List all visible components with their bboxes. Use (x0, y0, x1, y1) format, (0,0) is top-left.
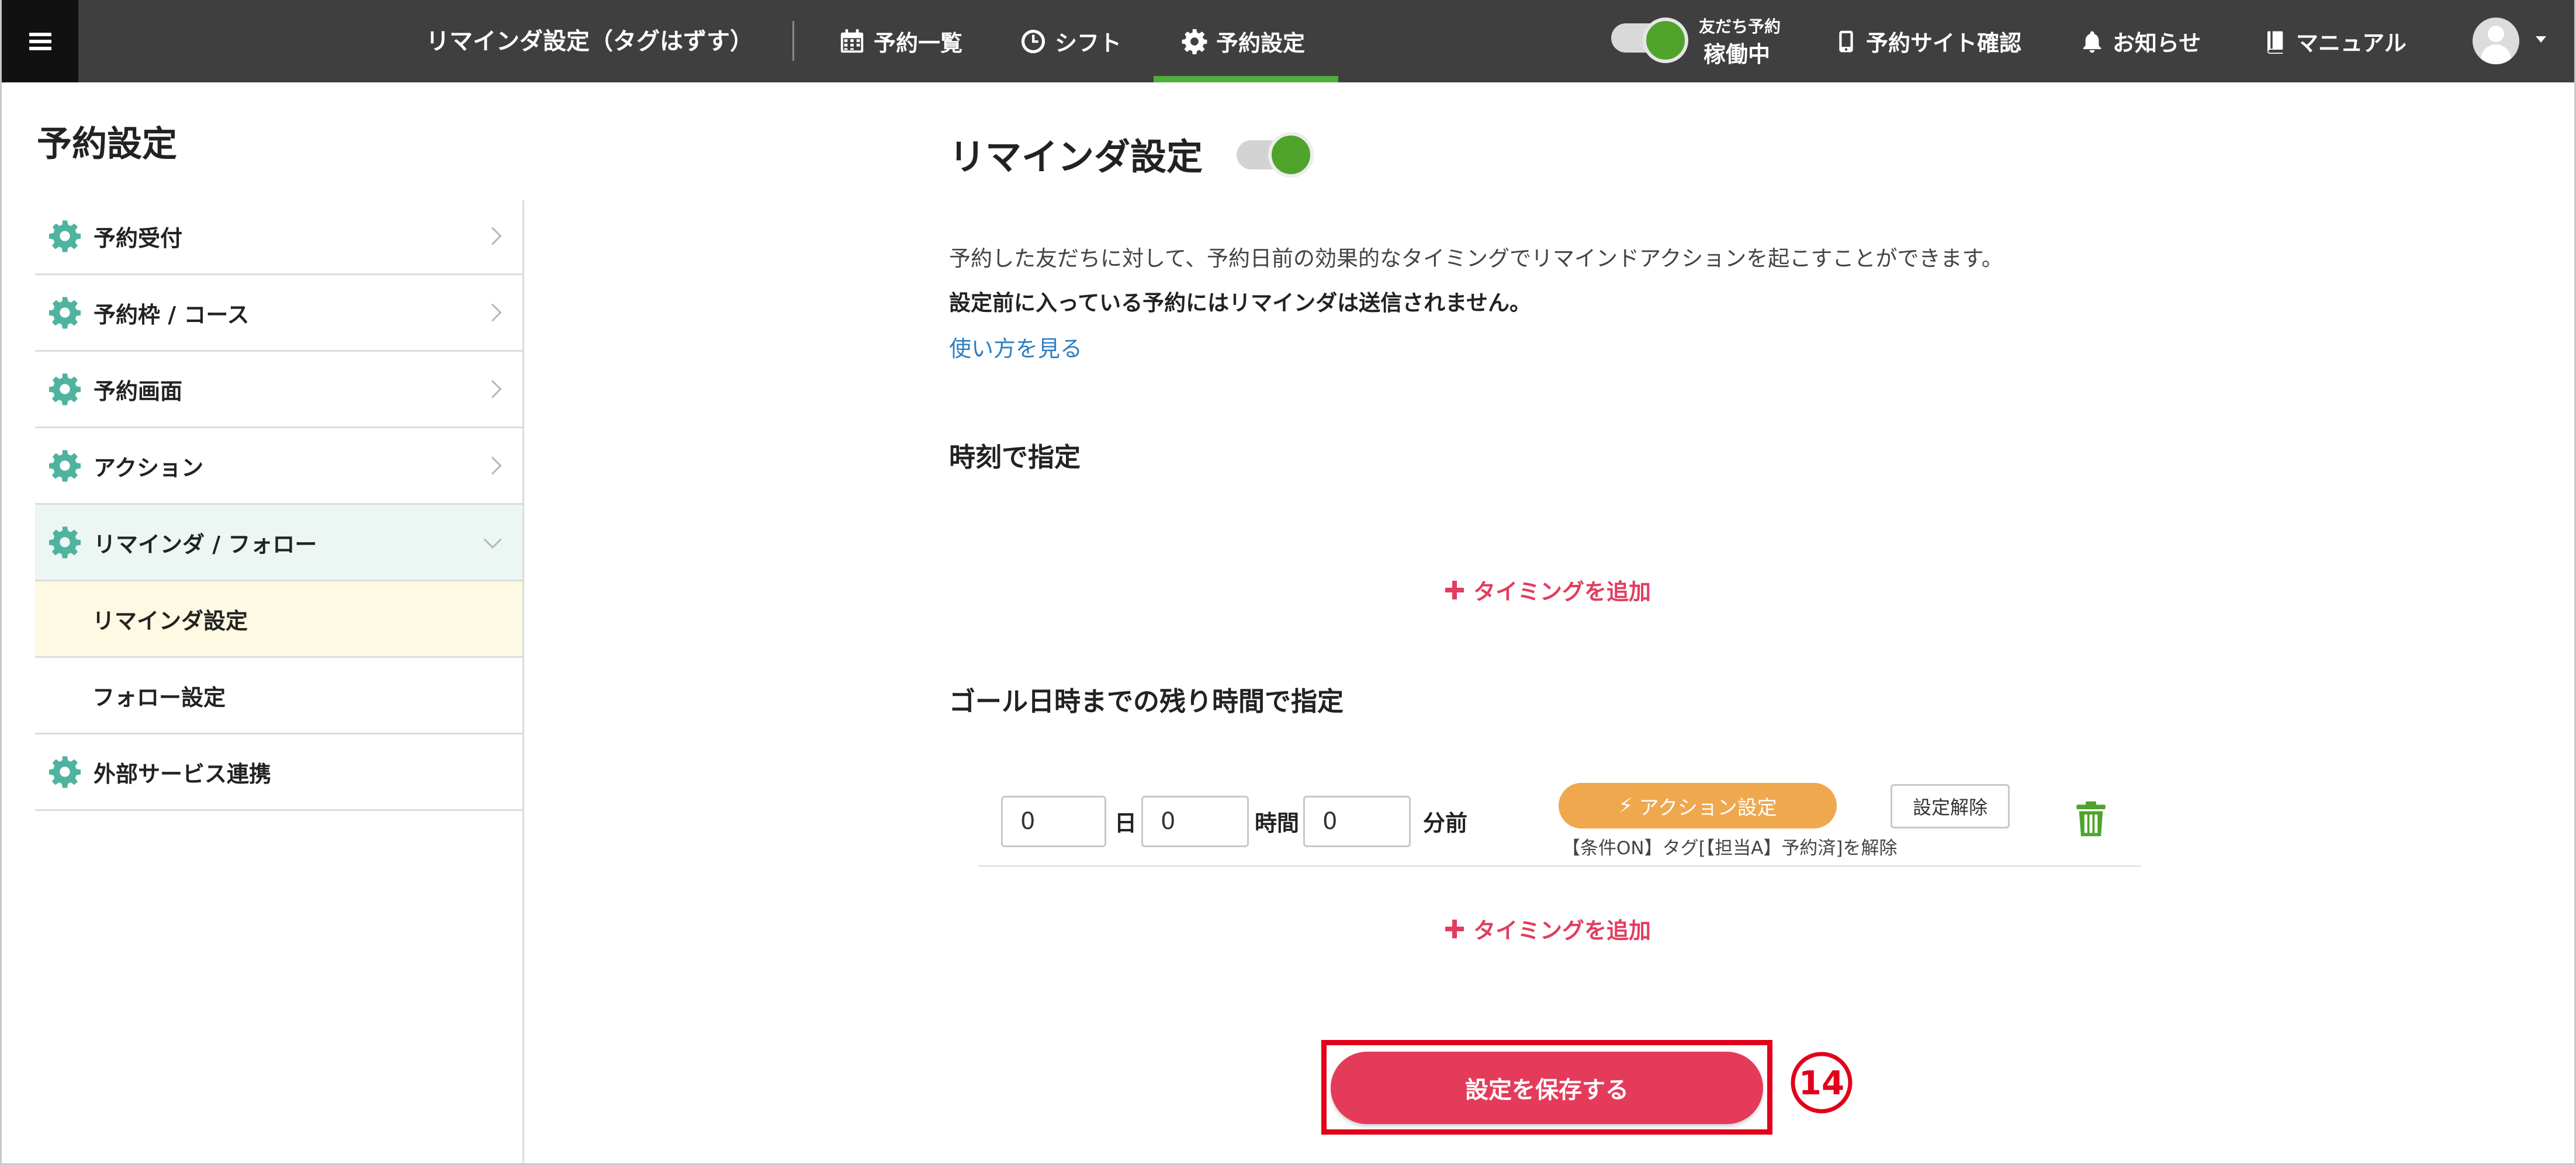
condition-text: 【条件ON】タグ[【担当A】予約済]を解除 (1562, 838, 1898, 859)
status-value: 稼働中 (1704, 41, 1771, 67)
sidebar-item-external-services[interactable]: 外部サービス連携 (35, 734, 522, 811)
add-timing-label: タイミングを追加 (1473, 918, 1651, 944)
book-icon (2267, 31, 2283, 54)
manual-label: マニュアル (2296, 30, 2407, 56)
sidebar-item-label: 予約枠 / コース (94, 301, 250, 328)
gear-icon (49, 220, 81, 252)
status-label: 友だち予約 (1699, 17, 1781, 36)
step-number: 14 (1799, 1065, 1844, 1102)
sidebar-item-label: 予約画面 (94, 378, 183, 404)
chevron-down-icon (483, 531, 502, 549)
hours-input[interactable] (1141, 796, 1249, 847)
plus-icon (1445, 919, 1464, 938)
action-settings-button[interactable]: ⚡ アクション設定 (1559, 783, 1837, 828)
hours-unit: 時間 (1255, 810, 1300, 836)
sidebar-divider (522, 200, 524, 1163)
plus-icon (1445, 580, 1464, 599)
trash-icon[interactable] (2075, 800, 2107, 838)
site-check-label: 予約サイト確認 (1866, 30, 2022, 56)
toggle-knob (1268, 132, 1314, 178)
notice-link[interactable]: お知らせ (2080, 0, 2201, 82)
chevron-right-icon (483, 380, 502, 398)
days-input[interactable] (1001, 796, 1106, 847)
sidebar-menu: 予約受付 予約枠 / コース 予約画面 アクション リマインダ / フォロー リ… (35, 199, 522, 811)
gear-icon (49, 756, 81, 788)
friend-reservation-toggle[interactable] (1611, 18, 1688, 63)
app-frame: リマインダ設定（タグはずす） 予約一覧 シフト 予約設定 友だち予約 稼働中 予… (0, 0, 2576, 1165)
add-timing-button[interactable]: タイミングを追加 (1445, 574, 1651, 606)
manual-link[interactable]: マニュアル (2263, 0, 2407, 82)
nav-label: 予約設定 (1216, 30, 1306, 56)
description-text: 予約した友だちに対して、予約日前の効果的なタイミングでリマインドアクションを起こ… (949, 246, 2003, 271)
avatar[interactable] (2473, 18, 2519, 64)
unset-button[interactable]: 設定解除 (1891, 784, 2010, 828)
save-button[interactable]: 設定を保存する (1331, 1052, 1763, 1124)
action-settings-label: アクション設定 (1639, 796, 1777, 820)
chevron-down-icon[interactable] (2536, 36, 2546, 43)
gear-icon (49, 373, 81, 405)
sidebar-item-reminder-follow[interactable]: リマインダ / フォロー (35, 505, 522, 581)
clock-icon (1021, 29, 1045, 53)
menu-button[interactable] (2, 0, 78, 82)
nav-reservation-list[interactable]: 予約一覧 (839, 0, 962, 82)
notice-text: 設定前に入っている予約にはリマインダは送信されません。 (949, 290, 1532, 315)
section-title-by-time: 時刻で指定 (949, 442, 1081, 473)
sidebar-item-action[interactable]: アクション (35, 428, 522, 505)
reminder-toggle[interactable] (1237, 132, 1314, 178)
days-unit: 日 (1114, 810, 1137, 836)
sidebar-subitem-reminder-settings[interactable]: リマインダ設定 (35, 581, 522, 658)
gear-icon (49, 450, 81, 482)
nav-active-indicator (1154, 76, 1338, 82)
calendar-icon (840, 29, 864, 53)
sidebar-item-label: リマインダ / フォロー (94, 531, 317, 557)
hamburger-icon (29, 32, 51, 50)
header-divider (792, 21, 794, 61)
how-to-link[interactable]: 使い方を見る (949, 331, 1082, 363)
top-bar: リマインダ設定（タグはずす） 予約一覧 シフト 予約設定 友だち予約 稼働中 予… (2, 0, 2574, 82)
minutes-input[interactable] (1303, 796, 1411, 847)
add-timing-label: タイミングを追加 (1473, 579, 1651, 605)
page-crumb: リマインダ設定（タグはずす） (426, 28, 753, 55)
nav-shift[interactable]: シフト (1020, 0, 1121, 82)
page-title: リマインダ設定 (949, 136, 1203, 178)
nav-label: シフト (1055, 30, 1122, 56)
chevron-right-icon (483, 456, 502, 475)
step-marker: 14 (1791, 1052, 1853, 1114)
sidebar-title: 予約設定 (37, 124, 177, 165)
add-timing-button[interactable]: タイミングを追加 (1445, 913, 1651, 945)
nav-reservation-settings[interactable]: 予約設定 (1181, 0, 1305, 82)
sidebar-item-reception[interactable]: 予約受付 (35, 199, 522, 275)
bell-icon (2083, 31, 2101, 53)
sidebar-item-label: 外部サービス連携 (94, 761, 272, 787)
gear-icon (49, 526, 81, 559)
row-divider (978, 865, 2141, 867)
gear-icon (49, 297, 81, 329)
sidebar-subitem-follow-settings[interactable]: フォロー設定 (35, 658, 522, 734)
sidebar-item-label: アクション (94, 455, 204, 481)
chevron-right-icon (483, 303, 502, 322)
smartphone-icon (1839, 30, 1853, 52)
sidebar-item-label: 予約受付 (94, 225, 183, 251)
minutes-unit: 分前 (1423, 810, 1468, 836)
section-title-by-remaining-time: ゴール日時までの残り時間で指定 (949, 686, 1344, 717)
site-check-link[interactable]: 予約サイト確認 (1834, 0, 2021, 82)
toggle-knob (1643, 18, 1688, 63)
lightning-icon: ⚡ (1618, 793, 1633, 818)
nav-label: 予約一覧 (874, 30, 963, 56)
gear-icon (1182, 29, 1207, 54)
sidebar-item-screen[interactable]: 予約画面 (35, 352, 522, 428)
notice-label: お知らせ (2113, 30, 2201, 56)
chevron-right-icon (483, 227, 502, 245)
sidebar-item-slots-courses[interactable]: 予約枠 / コース (35, 275, 522, 352)
